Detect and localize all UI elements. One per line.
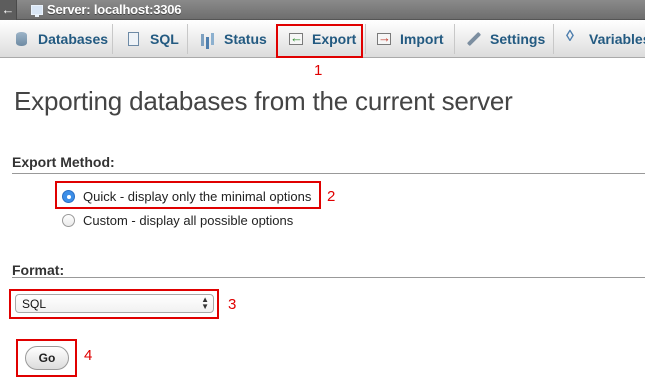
annotation-box-format-select [9, 289, 219, 319]
tab-settings[interactable]: Settings [466, 20, 545, 57]
page-title: Exporting databases from the current ser… [14, 86, 513, 116]
database-icon [14, 31, 30, 47]
tab-divider [454, 24, 455, 54]
annotation-number-3: 3 [228, 296, 237, 313]
radio-option-custom-label[interactable]: Custom - display all possible options [83, 213, 293, 228]
back-arrow-icon[interactable]: ← [0, 0, 17, 20]
radio-unchecked-icon[interactable] [62, 214, 75, 227]
sql-icon [126, 31, 142, 47]
server-label[interactable]: Server: localhost:3306 [47, 2, 182, 17]
tab-databases-label: Databases [38, 30, 109, 47]
server-breadcrumb-bar: ← Server: localhost:3306 [0, 0, 645, 20]
server-icon [31, 4, 43, 17]
tab-status-label: Status [224, 30, 267, 47]
tab-variables[interactable]: Variables [565, 20, 645, 57]
annotation-number-2: 2 [327, 188, 336, 205]
format-divider [12, 277, 645, 278]
format-label: Format: [12, 262, 65, 278]
tab-settings-label: Settings [490, 30, 546, 47]
import-icon [376, 30, 392, 47]
tab-variables-label: Variables [589, 30, 645, 47]
annotation-box-export [276, 24, 363, 58]
tab-import[interactable]: Import [376, 20, 444, 57]
tab-status[interactable]: Status [200, 20, 267, 57]
annotation-number-4: 4 [84, 347, 93, 364]
status-icon [200, 31, 216, 47]
export-method-divider [12, 173, 645, 174]
annotation-box-go-button [16, 339, 77, 377]
tab-sql-label: SQL [150, 30, 179, 47]
radio-option-custom[interactable]: Custom - display all possible options [62, 213, 293, 228]
annotation-number-1: 1 [314, 62, 323, 79]
variables-icon [565, 28, 581, 47]
tab-divider [553, 24, 554, 54]
annotation-box-quick-option [55, 181, 321, 209]
tab-databases[interactable]: Databases [14, 20, 108, 57]
tab-divider [112, 24, 113, 54]
tab-sql[interactable]: SQL [126, 20, 179, 57]
tab-divider [187, 24, 188, 54]
export-method-label: Export Method: [12, 154, 115, 170]
settings-icon [466, 31, 482, 47]
tab-import-label: Import [400, 30, 444, 47]
tab-divider [365, 24, 366, 54]
